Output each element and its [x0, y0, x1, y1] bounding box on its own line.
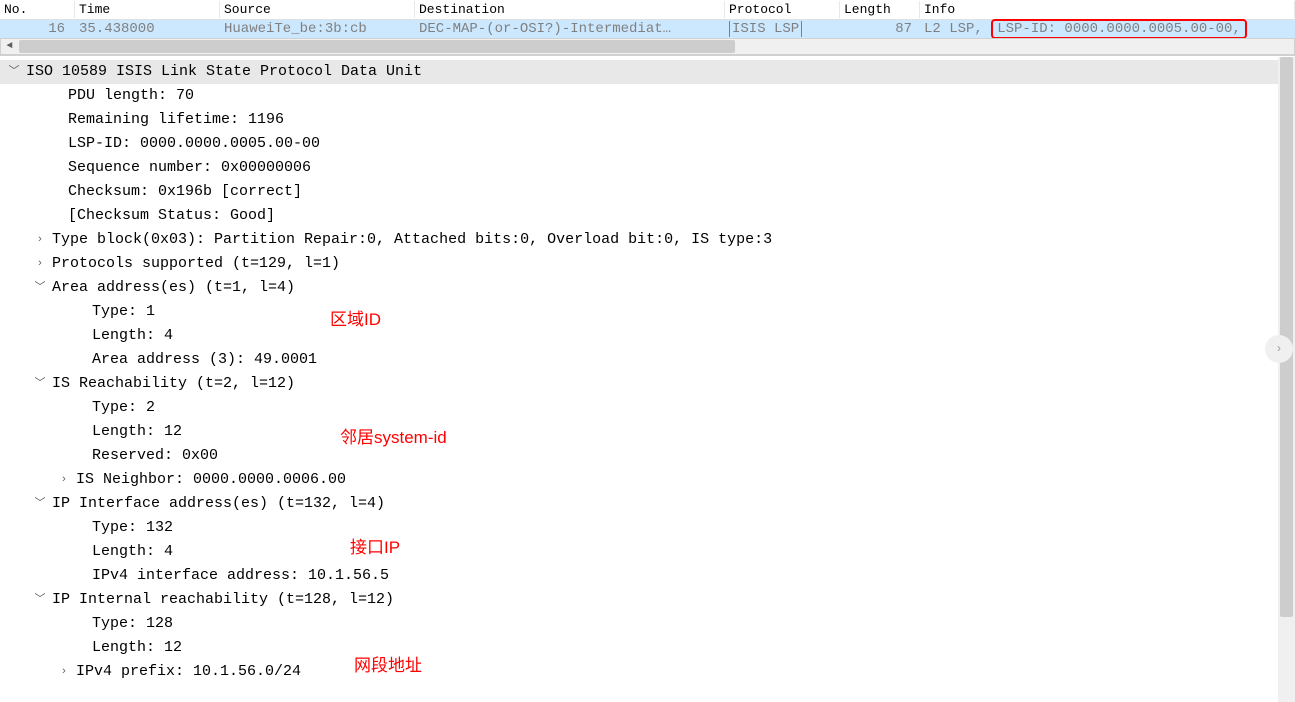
annotation-interface-ip: 接口IP [350, 534, 400, 561]
packet-info-prefix: L2 LSP, [924, 21, 983, 37]
chevron-down-icon[interactable]: ﹀ [6, 63, 22, 81]
tree-is-reserved[interactable]: Reserved: 0x00 [0, 444, 1295, 468]
annotation-neighbor-system-id: 邻居system-id [340, 424, 447, 451]
packet-row[interactable]: 16 35.438000 HuaweiTe_be:3b:cb DEC-MAP-(… [0, 20, 1295, 38]
packet-destination: DEC-MAP-(or-OSI?)-Intermediat… [415, 21, 725, 37]
col-header-destination[interactable]: Destination [415, 1, 725, 18]
tree-ip-int-length[interactable]: Length: 4 [0, 540, 1295, 564]
chevron-right-icon[interactable]: › [32, 255, 48, 273]
col-header-source[interactable]: Source [220, 1, 415, 18]
tree-root-isis[interactable]: ﹀ ISO 10589 ISIS Link State Protocol Dat… [0, 60, 1295, 84]
chevron-right-icon[interactable]: › [56, 663, 72, 681]
packet-time: 35.438000 [75, 21, 220, 37]
tree-label: ISO 10589 ISIS Link State Protocol Data … [26, 60, 422, 84]
tree-pdu-length[interactable]: PDU length: 70 [0, 84, 1295, 108]
tree-ip-interface[interactable]: ﹀IP Interface address(es) (t=132, l=4) [0, 492, 1295, 516]
chevron-down-icon[interactable]: ﹀ [32, 279, 48, 297]
packet-list-pane: No. Time Source Destination Protocol Len… [0, 0, 1295, 56]
annotation-area-id: 区域ID [330, 306, 381, 333]
tree-checksum[interactable]: Checksum: 0x196b [correct] [0, 180, 1295, 204]
col-header-length[interactable]: Length [840, 1, 920, 18]
tree-sequence-number[interactable]: Sequence number: 0x00000006 [0, 156, 1295, 180]
tree-area-addresses[interactable]: ﹀Area address(es) (t=1, l=4) [0, 276, 1295, 300]
packet-no: 16 [0, 21, 75, 37]
chevron-right-icon[interactable]: › [32, 231, 48, 249]
chevron-down-icon[interactable]: ﹀ [32, 495, 48, 513]
tree-remaining-lifetime[interactable]: Remaining lifetime: 1196 [0, 108, 1295, 132]
tree-is-length[interactable]: Length: 12 [0, 420, 1295, 444]
tree-is-reachability[interactable]: ﹀IS Reachability (t=2, l=12) [0, 372, 1295, 396]
tree-area-address[interactable]: Area address (3): 49.0001 [0, 348, 1295, 372]
col-header-time[interactable]: Time [75, 1, 220, 18]
packet-protocol: ISIS LSP [725, 21, 840, 37]
scroll-left-icon[interactable]: ◄ [1, 39, 18, 54]
tree-ip-ir-length[interactable]: Length: 12 [0, 636, 1295, 660]
packet-info: L2 LSP, LSP-ID: 0000.0000.0005.00-00, [920, 19, 1295, 39]
tree-checksum-status[interactable]: [Checksum Status: Good] [0, 204, 1295, 228]
scroll-nav-right-icon[interactable]: › [1265, 335, 1293, 363]
column-header-row: No. Time Source Destination Protocol Len… [0, 0, 1295, 20]
scroll-thumb[interactable] [19, 40, 735, 53]
tree-is-type[interactable]: Type: 2 [0, 396, 1295, 420]
col-header-info[interactable]: Info [920, 1, 1295, 18]
packet-details-pane: ﹀ ISO 10589 ISIS Link State Protocol Dat… [0, 56, 1295, 688]
tree-area-type[interactable]: Type: 1 [0, 300, 1295, 324]
annotation-network-address: 网段地址 [354, 652, 422, 679]
tree-lsp-id[interactable]: LSP-ID: 0000.0000.0005.00-00 [0, 132, 1295, 156]
tree-ip-internal[interactable]: ﹀IP Internal reachability (t=128, l=12) [0, 588, 1295, 612]
tree-ip-ir-type[interactable]: Type: 128 [0, 612, 1295, 636]
tree-ip-ir-prefix[interactable]: ›IPv4 prefix: 10.1.56.0/24 [0, 660, 1295, 684]
packet-source: HuaweiTe_be:3b:cb [220, 21, 415, 37]
tree-type-block[interactable]: ›Type block(0x03): Partition Repair:0, A… [0, 228, 1295, 252]
tree-area-length[interactable]: Length: 4 [0, 324, 1295, 348]
lsp-id-highlight: LSP-ID: 0000.0000.0005.00-00, [991, 19, 1247, 39]
chevron-down-icon[interactable]: ﹀ [32, 591, 48, 609]
tree-ip-int-type[interactable]: Type: 132 [0, 516, 1295, 540]
tree-ip-int-addr[interactable]: IPv4 interface address: 10.1.56.5 [0, 564, 1295, 588]
col-header-no[interactable]: No. [0, 1, 75, 18]
chevron-right-icon[interactable]: › [56, 471, 72, 489]
packet-length: 87 [840, 21, 920, 37]
tree-protocols-supported[interactable]: ›Protocols supported (t=129, l=1) [0, 252, 1295, 276]
col-header-protocol[interactable]: Protocol [725, 1, 840, 18]
tree-is-neighbor[interactable]: ›IS Neighbor: 0000.0000.0006.00 [0, 468, 1295, 492]
vertical-scrollbar[interactable] [1278, 57, 1295, 702]
chevron-down-icon[interactable]: ﹀ [32, 375, 48, 393]
horizontal-scrollbar[interactable]: ◄ [0, 38, 1295, 55]
